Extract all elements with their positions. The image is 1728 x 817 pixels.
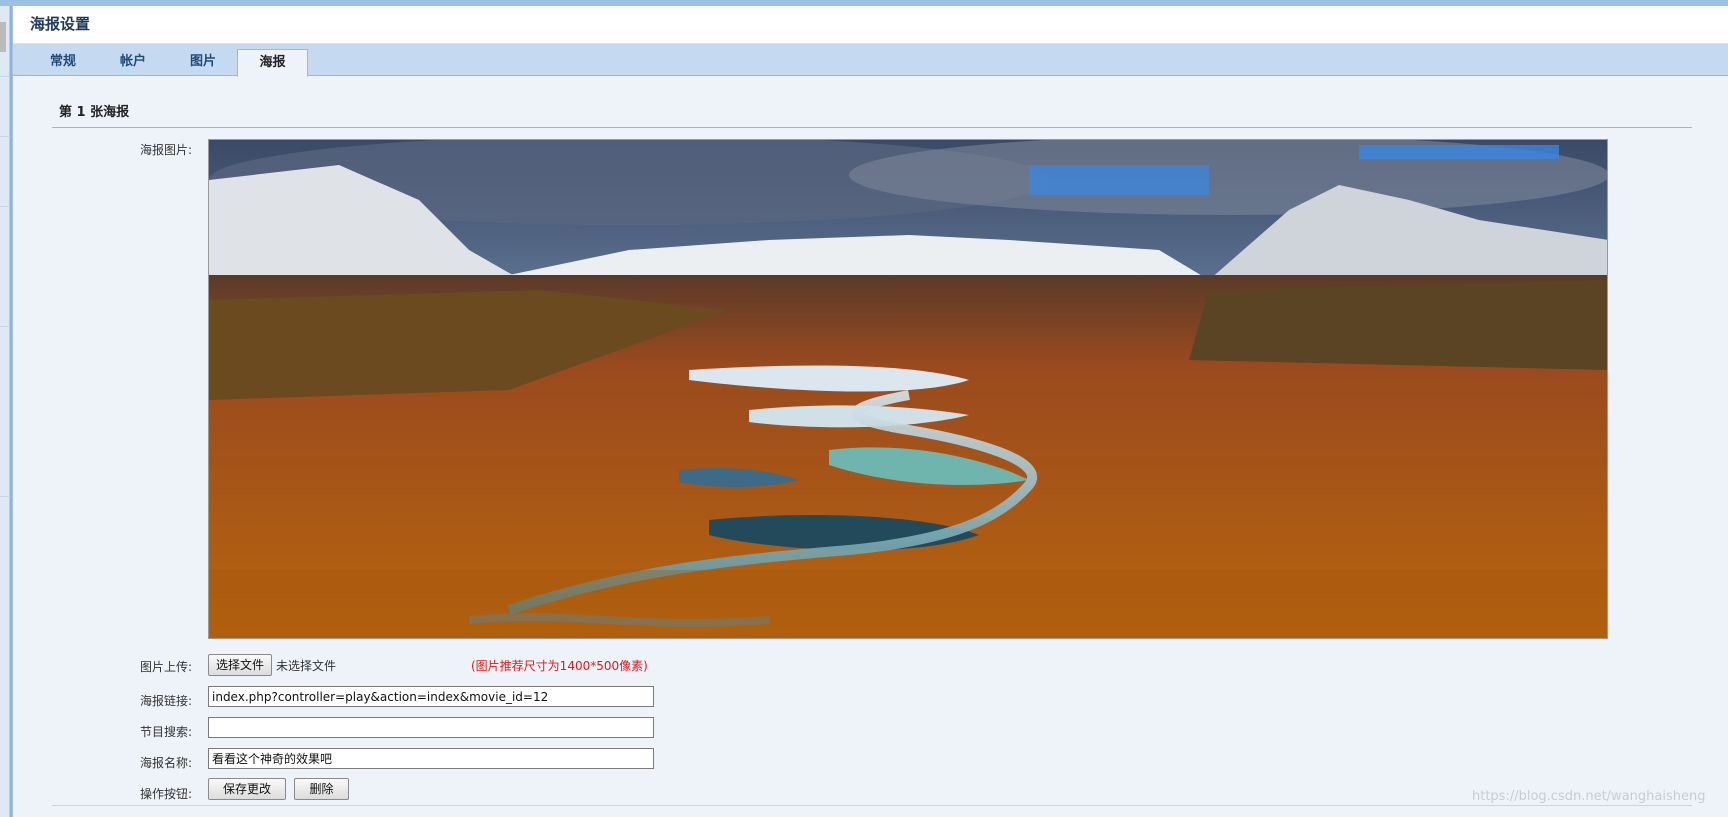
tab-images[interactable]: 图片: [173, 49, 233, 76]
save-button[interactable]: 保存更改: [208, 778, 286, 800]
poster-name-label: 海报名称:: [139, 756, 192, 770]
delete-button[interactable]: 删除: [294, 778, 349, 800]
poster-link-input[interactable]: [208, 686, 654, 707]
window-title: 海报设置: [30, 15, 91, 33]
tab-poster[interactable]: 海报: [237, 49, 308, 77]
left-sidebar-edge: [0, 6, 10, 817]
sidebar-divider: [0, 76, 10, 77]
size-hint: (图片推荐尺寸为1400*500像素): [471, 659, 648, 673]
choose-file-button[interactable]: 选择文件: [208, 654, 272, 676]
no-file-text: 未选择文件: [276, 659, 337, 673]
tab-account[interactable]: 帐户: [103, 49, 163, 76]
sidebar-divider: [0, 496, 10, 497]
poster-image: [208, 139, 1608, 639]
poster-image-label: 海报图片:: [139, 143, 192, 157]
poster-name-input[interactable]: [208, 748, 654, 769]
sidebar-divider: [0, 206, 10, 207]
sidebar-divider: [0, 136, 10, 137]
tab-bar: 常规 帐户 图片 海报: [13, 44, 1728, 77]
program-search-input[interactable]: [208, 717, 654, 738]
tab-general[interactable]: 常规: [33, 49, 93, 76]
section-bottom-divider: [52, 805, 1692, 806]
link-label: 海报链接:: [139, 694, 192, 708]
watermark-text: https://blog.csdn.net/wanghaisheng: [1472, 789, 1706, 804]
actions-label: 操作按钮:: [139, 787, 192, 801]
program-search-label: 节目搜索:: [139, 725, 192, 739]
sidebar-nub: [0, 22, 6, 52]
window-titlebar: 海报设置: [13, 6, 1728, 44]
sidebar-divider: [0, 326, 10, 327]
section-title: 第 1 张海报: [52, 100, 1692, 128]
upload-label: 图片上传:: [139, 660, 192, 674]
